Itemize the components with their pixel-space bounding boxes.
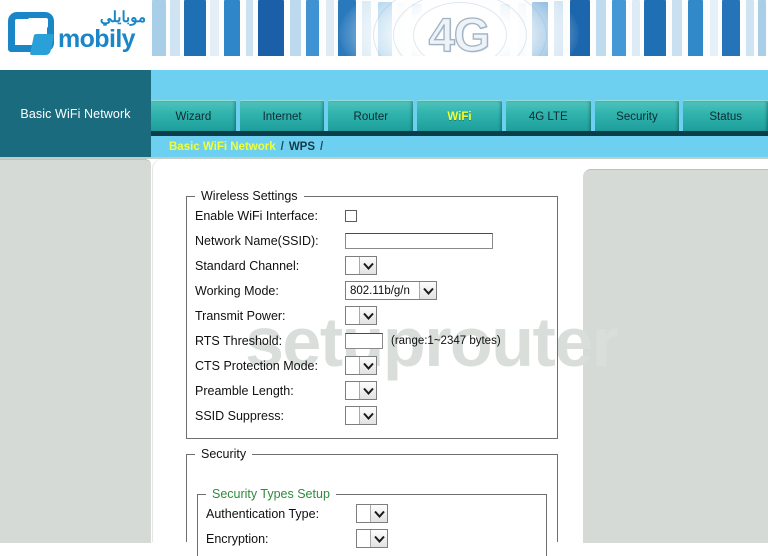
main-tab-bar[interactable]: Wizard Internet Router WiFi 4G LTE Secur… xyxy=(151,100,768,132)
logo-arabic-text: موبايلي xyxy=(99,9,146,26)
row-enable-wifi: Enable WiFi Interface: xyxy=(187,203,557,228)
row-encryption: Encryption: xyxy=(198,526,546,551)
preamble-length-select[interactable] xyxy=(345,381,377,400)
sidebar-title-box: Basic WiFi Network xyxy=(0,70,151,157)
enable-wifi-checkbox[interactable] xyxy=(345,209,357,222)
mobily-logo[interactable]: موبايلي mobily xyxy=(6,8,146,60)
security-fieldset: Security Security Types Setup Authentica… xyxy=(186,447,558,556)
banner-bottom-strip xyxy=(150,56,768,68)
transmit-power-select[interactable] xyxy=(345,306,377,325)
breadcrumb-item-basic-wifi-network[interactable]: Basic WiFi Network xyxy=(169,141,276,153)
working-mode-select[interactable]: 802.11b/g/n xyxy=(345,281,437,300)
row-cts-protection-mode: CTS Protection Mode: xyxy=(187,353,557,378)
chevron-down-icon xyxy=(359,382,376,399)
wireless-settings-legend: Wireless Settings xyxy=(201,189,298,203)
row-transmit-power: Transmit Power: xyxy=(187,303,557,328)
chevron-down-icon xyxy=(370,530,387,547)
chevron-down-icon xyxy=(359,307,376,324)
tab-router[interactable]: Router xyxy=(328,100,414,132)
rts-threshold-hint: (range:1~2347 bytes) xyxy=(391,334,501,347)
security-legend: Security xyxy=(201,447,247,461)
sidebar-title-label: Basic WiFi Network xyxy=(20,106,131,121)
header-banner: 4G موبايلي mobily xyxy=(0,0,768,70)
ssid-suppress-select[interactable] xyxy=(345,406,377,425)
mobily-logo-mark xyxy=(8,12,55,56)
right-filler-panel xyxy=(583,169,768,543)
row-preamble-length: Preamble Length: xyxy=(187,378,557,403)
tab-security[interactable]: Security xyxy=(594,100,680,132)
encryption-select[interactable] xyxy=(356,529,388,548)
label-encryption: Encryption: xyxy=(206,531,269,546)
logo-latin-text: mobily xyxy=(58,25,136,53)
row-ssid-suppress: SSID Suppress: xyxy=(187,403,557,428)
label-cts-protection-mode: CTS Protection Mode: xyxy=(195,358,318,373)
row-standard-channel: Standard Channel: xyxy=(187,253,557,278)
security-types-setup-legend: Security Types Setup xyxy=(212,487,330,501)
tab-status[interactable]: Status xyxy=(683,100,768,132)
tab-4g-lte[interactable]: 4G LTE xyxy=(505,100,591,132)
rts-threshold-input[interactable] xyxy=(345,332,383,349)
cts-protection-mode-select[interactable] xyxy=(345,356,377,375)
chevron-down-icon xyxy=(359,357,376,374)
label-working-mode: Working Mode: xyxy=(195,283,279,298)
security-types-setup-fieldset: Security Types Setup Authentication Type… xyxy=(197,487,547,556)
label-ssid: Network Name(SSID): xyxy=(195,233,319,248)
breadcrumb-item-wps[interactable]: WPS xyxy=(289,141,315,153)
label-standard-channel: Standard Channel: xyxy=(195,258,300,273)
row-rts-threshold: RTS Threshold: (range:1~2347 bytes) xyxy=(187,328,557,353)
left-filler-panel xyxy=(0,159,151,543)
label-transmit-power: Transmit Power: xyxy=(195,308,286,323)
row-working-mode: Working Mode: 802.11b/g/n xyxy=(187,278,557,303)
row-ssid: Network Name(SSID): xyxy=(187,228,557,253)
authentication-type-select[interactable] xyxy=(356,504,388,523)
ssid-input[interactable] xyxy=(345,232,493,249)
content-panel: setuprouter Wireless Settings Enable WiF… xyxy=(153,159,619,556)
breadcrumb: Basic WiFi Network / WPS / xyxy=(151,136,768,157)
breadcrumb-separator-1: / xyxy=(280,140,284,153)
page-body: setuprouter Wireless Settings Enable WiF… xyxy=(0,157,768,556)
standard-channel-select[interactable] xyxy=(345,256,377,275)
tab-internet[interactable]: Internet xyxy=(239,100,325,132)
label-rts-threshold: RTS Threshold: xyxy=(195,333,283,348)
tab-wifi[interactable]: WiFi xyxy=(417,100,502,132)
tab-wizard[interactable]: Wizard xyxy=(151,100,236,132)
chevron-down-icon xyxy=(370,505,387,522)
row-authentication-type: Authentication Type: xyxy=(198,501,546,526)
chevron-down-icon xyxy=(419,282,436,299)
label-authentication-type: Authentication Type: xyxy=(206,506,320,521)
label-ssid-suppress: SSID Suppress: xyxy=(195,408,284,423)
breadcrumb-separator-2: / xyxy=(320,140,324,153)
wireless-settings-fieldset: Wireless Settings Enable WiFi Interface:… xyxy=(186,189,558,439)
working-mode-value: 802.11b/g/n xyxy=(350,284,410,297)
label-enable-wifi: Enable WiFi Interface: xyxy=(195,208,318,223)
wifi-settings-form: Wireless Settings Enable WiFi Interface:… xyxy=(153,159,583,556)
label-preamble-length: Preamble Length: xyxy=(195,383,294,398)
chevron-down-icon xyxy=(359,257,376,274)
chevron-down-icon xyxy=(359,407,376,424)
